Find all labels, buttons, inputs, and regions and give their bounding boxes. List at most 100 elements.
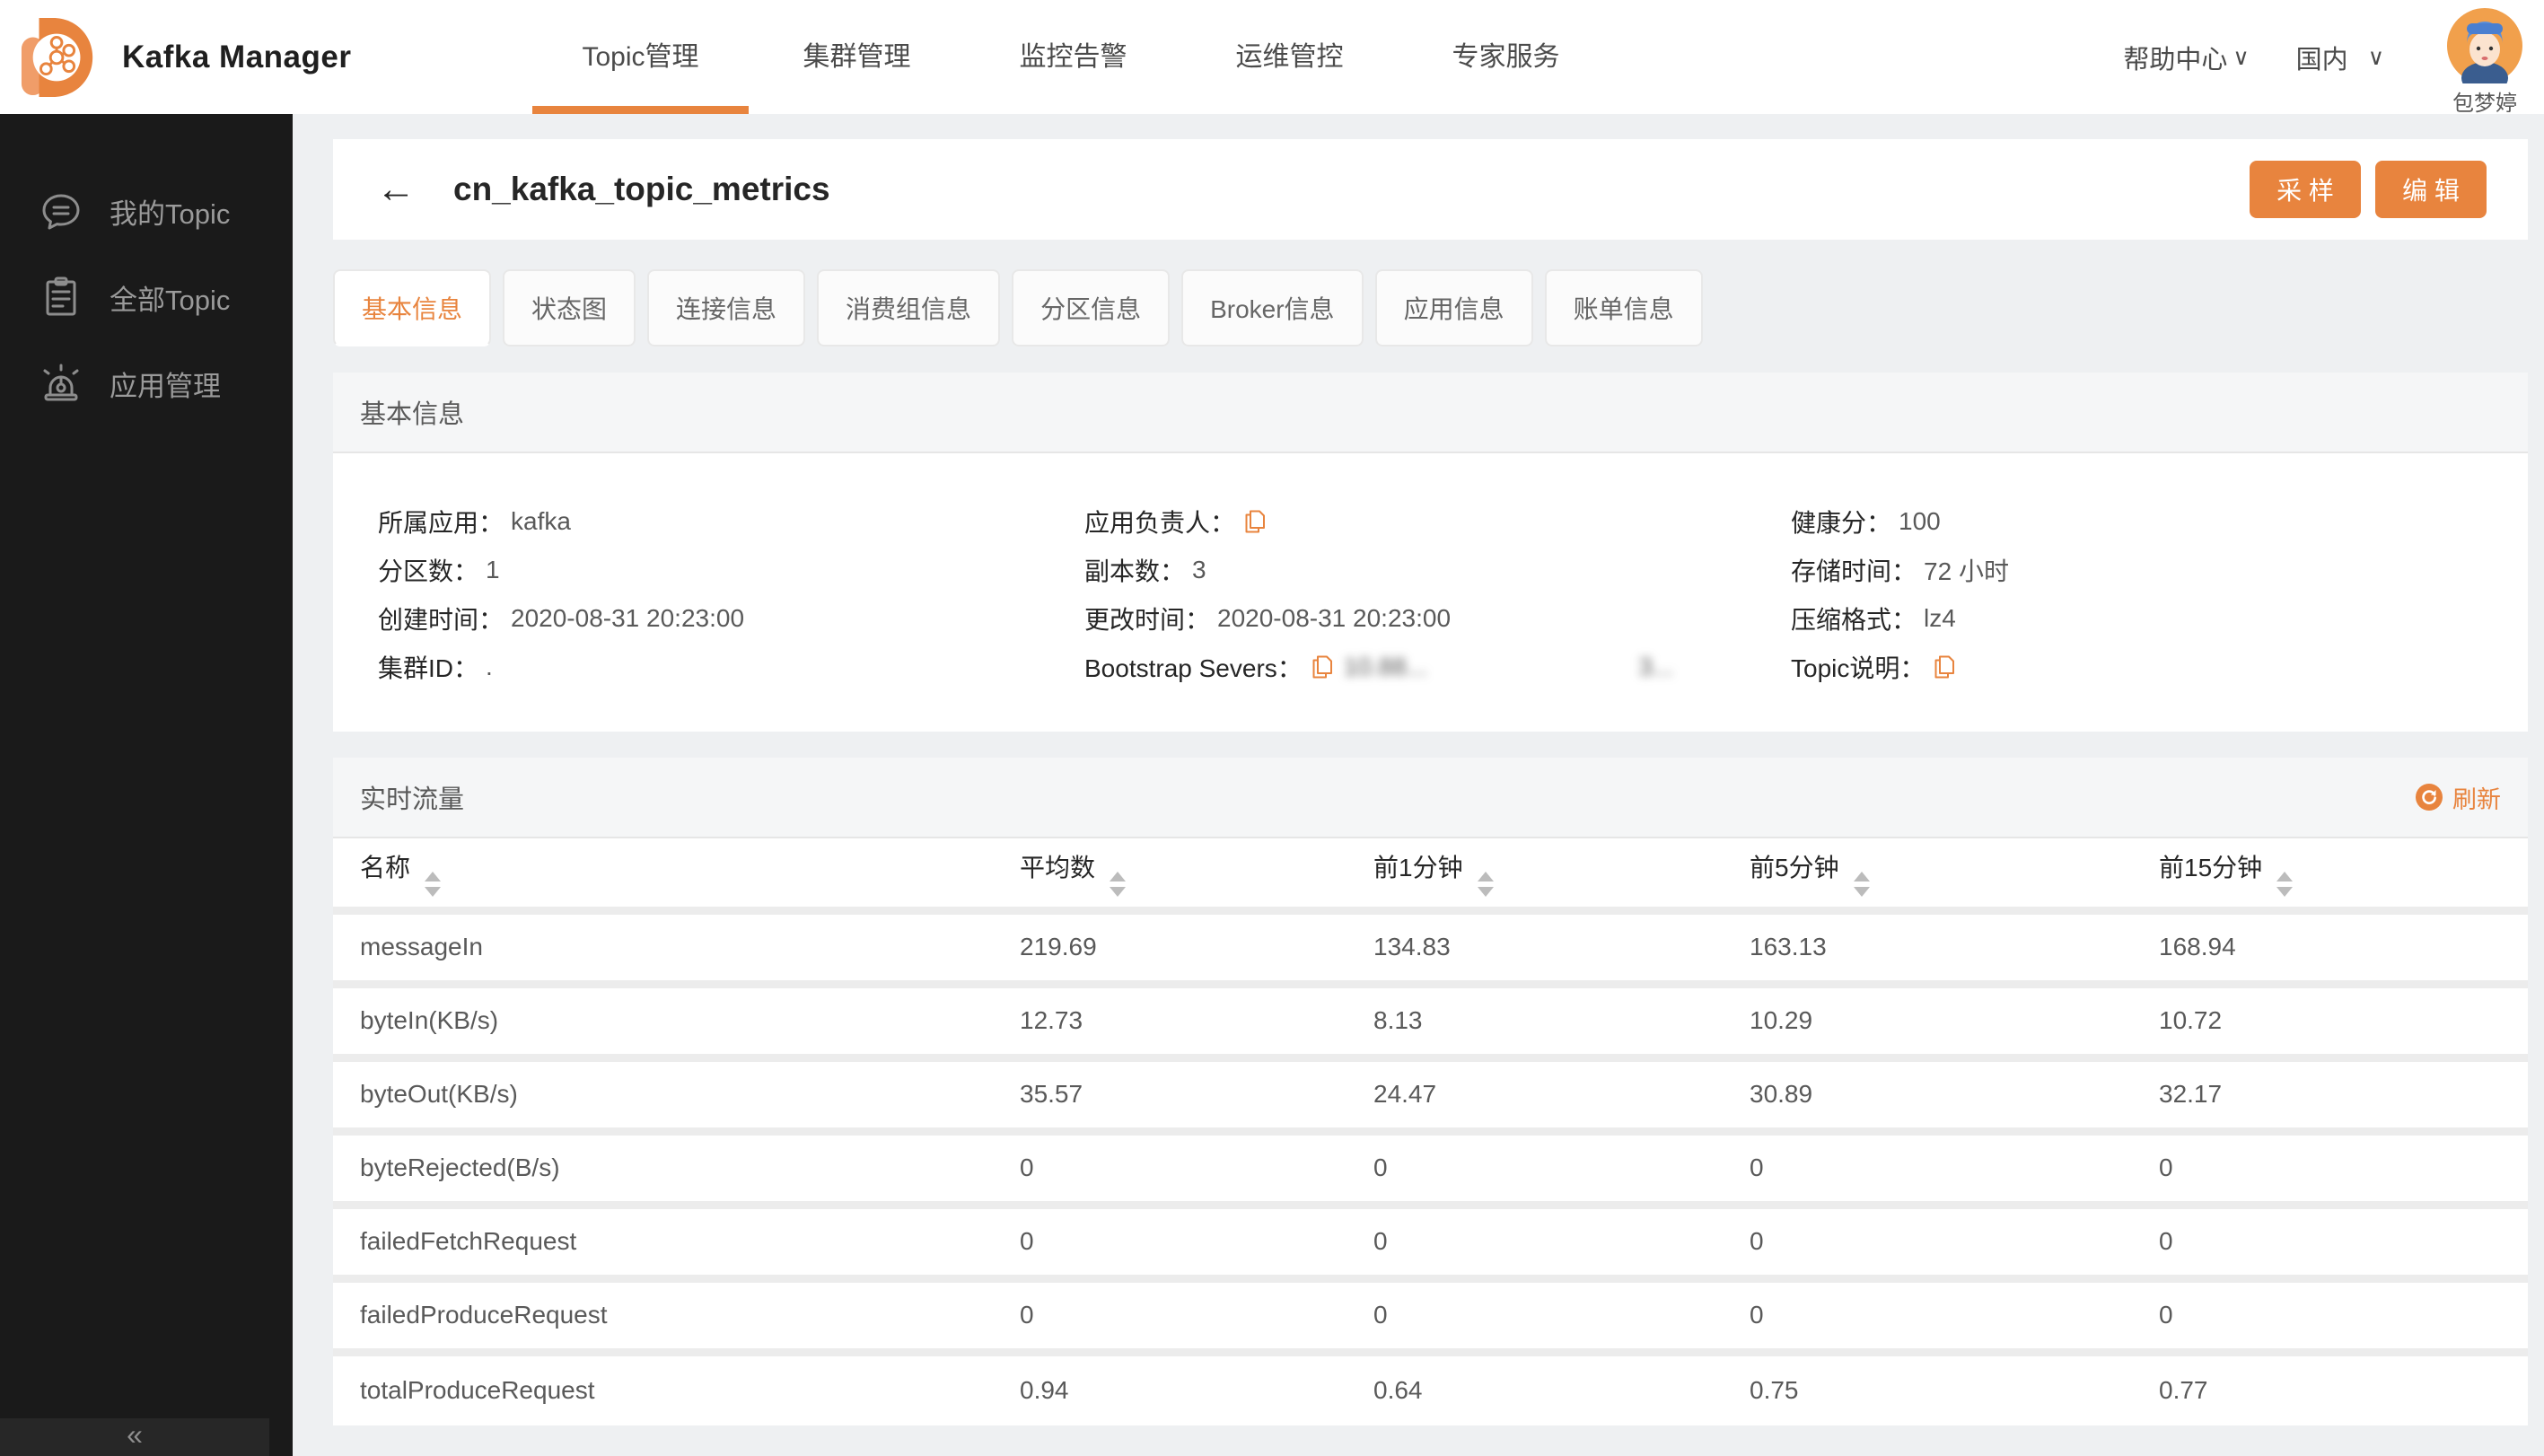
metric-avg: 0 <box>993 1127 1347 1205</box>
sort-icon[interactable] <box>1110 871 1127 897</box>
metric-1min: 0 <box>1347 1127 1723 1205</box>
tab-billing-info[interactable]: 账单信息 <box>1544 269 1703 346</box>
sidebar-item-label: 应用管理 <box>110 370 221 402</box>
tab-consumer-group-info[interactable]: 消费组信息 <box>817 269 1001 346</box>
sort-icon[interactable] <box>425 871 442 897</box>
realtime-traffic-header: 实时流量 刷新 <box>333 758 2528 838</box>
field-label: 健康分： <box>1791 509 1892 537</box>
tab-app-info[interactable]: 应用信息 <box>1374 269 1533 346</box>
metric-name: byteRejected(B/s) <box>333 1127 993 1205</box>
field-topic-description: Topic说明： <box>1791 643 2528 691</box>
metric-1min: 8.13 <box>1347 979 1723 1057</box>
sidebar-item-my-topic[interactable]: 我的Topic <box>0 168 293 254</box>
nav-ops-control[interactable]: 运维管控 <box>1181 0 1398 114</box>
field-value: 2020-08-31 20:23:00 <box>1217 604 1452 632</box>
metric-name: byteIn(KB/s) <box>333 979 993 1057</box>
metric-15min: 10.72 <box>2132 979 2528 1057</box>
user-name: 包梦婷 <box>2452 92 2517 116</box>
help-center-label: 帮助中心 <box>2123 45 2228 75</box>
sort-icon[interactable] <box>2276 871 2294 897</box>
edit-button[interactable]: 编 辑 <box>2375 161 2487 218</box>
field-cluster-id: 集群ID： . <box>378 643 1084 691</box>
metric-5min: 0.75 <box>1723 1347 2132 1425</box>
sort-icon[interactable] <box>1853 871 1870 897</box>
field-compression-format: 压缩格式： lz4 <box>1791 594 2528 643</box>
metric-15min: 0.77 <box>2132 1347 2528 1425</box>
field-app-owner: 应用负责人： <box>1084 497 1791 546</box>
column-header-average: 平均数 <box>993 838 1347 910</box>
table-row: failedProduceRequest 0 0 0 0 <box>333 1274 2528 1352</box>
field-label: Topic说明： <box>1791 654 1926 682</box>
sample-button[interactable]: 采 样 <box>2250 161 2361 218</box>
metric-1min: 0 <box>1347 1200 1723 1278</box>
sort-icon[interactable] <box>1477 871 1494 897</box>
metric-1min: 0.64 <box>1347 1347 1723 1425</box>
panel-title-text: 基本信息 <box>360 400 465 429</box>
field-health-score: 健康分： 100 <box>1791 497 2528 546</box>
field-label: 存储时间： <box>1791 557 1917 585</box>
sidebar-item-all-topic[interactable]: 全部Topic <box>0 254 293 340</box>
field-value: 72 小时 <box>1924 557 2009 585</box>
basic-info-panel-title: 基本信息 <box>333 373 2528 453</box>
metric-5min: 30.89 <box>1723 1053 2132 1131</box>
metric-1min: 0 <box>1347 1274 1723 1352</box>
metric-avg: 0.94 <box>993 1347 1347 1425</box>
kafka-manager-logo-icon <box>21 17 93 97</box>
metric-15min: 168.94 <box>2132 906 2528 984</box>
field-owner-app: 所属应用： kafka <box>378 497 1084 546</box>
field-value: kafka <box>511 507 571 535</box>
page-header-card: ← cn_kafka_topic_metrics 采 样 编 辑 <box>333 139 2528 240</box>
field-label: 创建时间： <box>378 606 504 634</box>
field-value: 3 <box>1192 556 1206 583</box>
nav-monitor-alerts[interactable]: 监控告警 <box>965 0 1181 114</box>
table-row: failedFetchRequest 0 0 0 0 <box>333 1200 2528 1278</box>
copy-icon[interactable] <box>1934 654 1955 680</box>
alarm-icon <box>43 364 79 401</box>
copy-icon[interactable] <box>1244 509 1266 534</box>
field-value-redacted: 10.88... <box>1343 653 1428 680</box>
metric-5min: 0 <box>1723 1274 2132 1352</box>
field-label: 压缩格式： <box>1791 606 1917 634</box>
tab-status-chart[interactable]: 状态图 <box>503 269 636 346</box>
sidebar-collapse-button[interactable]: « <box>0 1418 269 1456</box>
tab-broker-info[interactable]: Broker信息 <box>1181 269 1364 346</box>
metric-5min: 10.29 <box>1723 979 2132 1057</box>
back-icon[interactable]: ← <box>376 170 416 209</box>
page-title: cn_kafka_topic_metrics <box>453 171 830 207</box>
nav-expert-service[interactable]: 专家服务 <box>1398 0 1614 114</box>
field-value-redacted: 3... <box>1638 653 1674 680</box>
refresh-button[interactable]: 刷新 <box>2416 780 2501 815</box>
metric-name: messageIn <box>333 906 993 984</box>
tab-connection-info[interactable]: 连接信息 <box>647 269 806 346</box>
sidebar: 我的Topic 全部Topic 应用管理 « <box>0 114 293 1456</box>
user-menu[interactable]: 包梦婷 <box>2447 8 2522 117</box>
region-selector[interactable]: 国内 ∨ <box>2296 39 2384 76</box>
table-row: byteIn(KB/s) 12.73 8.13 10.29 10.72 <box>333 979 2528 1057</box>
metric-name: failedProduceRequest <box>333 1274 993 1352</box>
metric-1min: 134.83 <box>1347 906 1723 984</box>
field-value: lz4 <box>1924 604 1956 632</box>
nav-topic-management[interactable]: Topic管理 <box>532 0 749 114</box>
field-value: . <box>486 653 493 680</box>
tab-partition-info[interactable]: 分区信息 <box>1012 269 1171 346</box>
field-label: 应用负责人： <box>1084 509 1236 537</box>
field-bootstrap-servers: Bootstrap Severs： 10.88... 3... <box>1084 643 1791 691</box>
metric-5min: 163.13 <box>1723 906 2132 984</box>
clipboard-icon <box>46 276 76 316</box>
avatar <box>2447 8 2522 83</box>
app-title: Kafka Manager <box>122 39 352 75</box>
sidebar-item-app-management[interactable]: 应用管理 <box>0 340 293 426</box>
metric-name: failedFetchRequest <box>333 1200 993 1278</box>
help-center-menu[interactable]: 帮助中心 ∨ <box>2123 39 2249 76</box>
nav-cluster-management[interactable]: 集群管理 <box>749 0 965 114</box>
table-row: byteOut(KB/s) 35.57 24.47 30.89 32.17 <box>333 1053 2528 1131</box>
field-value: 1 <box>486 556 500 583</box>
refresh-label: 刷新 <box>2452 785 2501 813</box>
metric-5min: 0 <box>1723 1200 2132 1278</box>
top-bar: Kafka Manager Topic管理 集群管理 监控告警 运维管控 专家服… <box>0 0 2544 117</box>
detail-tabs: 基本信息 状态图 连接信息 消费组信息 分区信息 Broker信息 应用信息 账… <box>333 269 2528 346</box>
field-label: 更改时间： <box>1084 606 1211 634</box>
tab-basic-info[interactable]: 基本信息 <box>333 269 492 346</box>
brand: Kafka Manager <box>20 0 351 114</box>
copy-icon[interactable] <box>1311 654 1333 680</box>
